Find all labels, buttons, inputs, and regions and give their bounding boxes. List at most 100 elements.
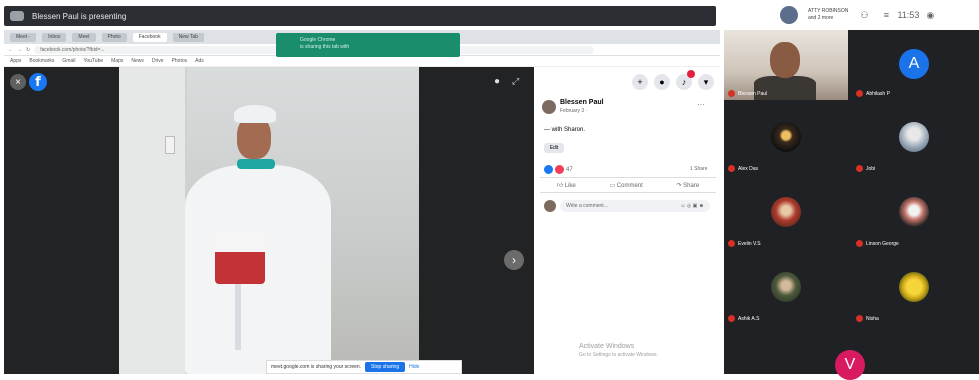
clock-time: 11:53 [897, 10, 920, 20]
people-icon[interactable]: ⚇ [858, 10, 870, 20]
browser-tab[interactable]: Inbox [42, 32, 67, 42]
mic-off-icon [728, 315, 735, 322]
avatar [771, 197, 801, 227]
browser-tab[interactable]: Meet - [10, 32, 37, 42]
reactions-summary[interactable]: 47 [544, 165, 573, 174]
bookmark-item[interactable]: News [131, 58, 144, 64]
avatar-letter: A [899, 48, 929, 79]
participant-tile[interactable]: Nisha [852, 255, 976, 325]
photo-blood-bag [215, 232, 265, 284]
shared-screen: Meet - Inbox Meet Photo Facebook New Tab… [4, 30, 720, 374]
toast-line2: is sharing this tab with [300, 44, 350, 50]
screen-sharing-bar: meet.google.com is sharing your screen. … [266, 360, 462, 374]
comment-input[interactable]: Write a comment... ☺ ◎ ▣ ☻ [560, 200, 710, 212]
edit-button[interactable]: Edit [544, 143, 564, 153]
love-reaction-icon [555, 165, 564, 174]
next-photo-button[interactable]: › [504, 250, 524, 270]
participant-tile[interactable]: Blessen Paul [724, 30, 848, 100]
avatar [899, 122, 929, 152]
forward-icon[interactable]: → [17, 47, 22, 53]
bookmark-item[interactable]: Maps [111, 58, 123, 64]
activate-sub: Go to Settings to activate Windows. [579, 352, 658, 358]
notification-badge [687, 70, 695, 78]
bookmark-item[interactable]: Gmail [62, 58, 75, 64]
avatar [771, 272, 801, 302]
top-right-controls: ATTY ROBINSON and 2 more ⚇ ≡ 11:53 ◉ [780, 2, 979, 28]
mic-off-icon [856, 90, 863, 97]
camera-face [770, 42, 800, 78]
avatar [544, 200, 556, 212]
share-count[interactable]: 1 Share [690, 166, 708, 172]
participant-tile[interactable]: Evelin V.S [724, 180, 848, 250]
plus-icon[interactable]: + [632, 74, 648, 90]
stop-sharing-button[interactable]: Stop sharing [365, 362, 406, 372]
mic-off-icon [728, 240, 735, 247]
browser-tab[interactable]: Photo [101, 32, 127, 42]
participants-grid: Blessen Paul A Abhilash P Alex Das Jobi … [724, 30, 979, 380]
comment-icon: ▭ [609, 182, 617, 189]
avatar-letter: V [835, 350, 865, 380]
messenger-icon[interactable]: ● [654, 74, 670, 90]
photo-door [119, 67, 187, 374]
expand-icon[interactable]: ⤢ [512, 76, 519, 87]
post-photo[interactable] [119, 67, 419, 374]
tag-icon[interactable]: ● [494, 76, 500, 87]
participant-tile[interactable]: Alex Das [724, 105, 848, 175]
mic-off-icon [856, 240, 863, 247]
participant-name: Linson George [856, 240, 899, 247]
hide-button[interactable]: Hide [409, 364, 419, 370]
participant-tile[interactable]: A Abhilash P [852, 30, 976, 100]
post-action-row: 👍︎ Like ▭ Comment ↷ Share [540, 177, 716, 193]
activate-windows-watermark: Activate Windows Go to Settings to activ… [579, 342, 658, 360]
speaker-avatar [780, 6, 798, 24]
post-author[interactable]: Blessen Paul [560, 99, 604, 106]
toast-line1: Google Chrome [300, 37, 336, 43]
more-options-icon[interactable]: ··· [697, 100, 705, 109]
like-reaction-icon [544, 165, 553, 174]
emoji-icons[interactable]: ☺ ◎ ▣ ☻ [680, 203, 704, 209]
avatar [899, 272, 929, 302]
photo-tube [235, 284, 241, 350]
mic-off-icon [856, 315, 863, 322]
facebook-logo-icon[interactable]: f [29, 73, 47, 91]
photo-switch [165, 136, 175, 154]
post-caption: — with Sharon. [544, 127, 586, 133]
activate-title: Activate Windows [579, 343, 635, 350]
bookmark-item[interactable]: Apps [10, 58, 21, 64]
comment-button[interactable]: ▭ Comment [609, 182, 642, 189]
reload-icon[interactable]: ↻ [26, 47, 30, 53]
sharing-toast: Google Chrome is sharing this tab with [276, 33, 460, 57]
participant-tile[interactable]: Jobi [852, 105, 976, 175]
chat-icon[interactable]: ≡ [880, 10, 892, 20]
browser-tab[interactable]: New Tab [172, 32, 204, 42]
share-label: Share [683, 182, 700, 189]
participant-tile[interactable]: V [788, 330, 912, 380]
bookmark-item[interactable]: Bookmarks [29, 58, 54, 64]
bookmark-item[interactable]: YouTube [83, 58, 103, 64]
bookmark-item[interactable]: Ads [195, 58, 204, 64]
comment-placeholder: Write a comment... [566, 203, 608, 209]
share-button[interactable]: ↷ Share [676, 182, 699, 189]
participant-name: Nisha [856, 315, 879, 322]
bookmark-item[interactable]: Drive [152, 58, 164, 64]
avatar[interactable] [542, 100, 556, 114]
notifications-icon[interactable]: ♪ [676, 70, 695, 90]
like-label: Like [564, 183, 576, 189]
photo-mask [237, 159, 275, 169]
participant-name: Abhilash P [856, 90, 890, 97]
back-icon[interactable]: ← [8, 47, 13, 53]
bookmark-item[interactable]: Photos [172, 58, 188, 64]
account-menu-icon[interactable]: ▾ [698, 74, 714, 90]
close-icon[interactable]: × [10, 74, 26, 90]
avatar [899, 197, 929, 227]
post-date[interactable]: February 3 · [560, 108, 587, 114]
fb-top-icons: + ● ♪ ▾ [614, 70, 714, 90]
browser-tab-active[interactable]: Facebook [132, 32, 167, 42]
participant-tile[interactable]: Ashik A.S [724, 255, 848, 325]
browser-tab[interactable]: Meet [72, 32, 96, 42]
like-button[interactable]: 👍︎ Like [557, 181, 576, 189]
participant-tile[interactable]: Linson George [852, 180, 976, 250]
participant-name: Ashik A.S [728, 315, 759, 322]
account-icon[interactable]: ◉ [924, 10, 936, 20]
photo-cap [234, 105, 276, 123]
